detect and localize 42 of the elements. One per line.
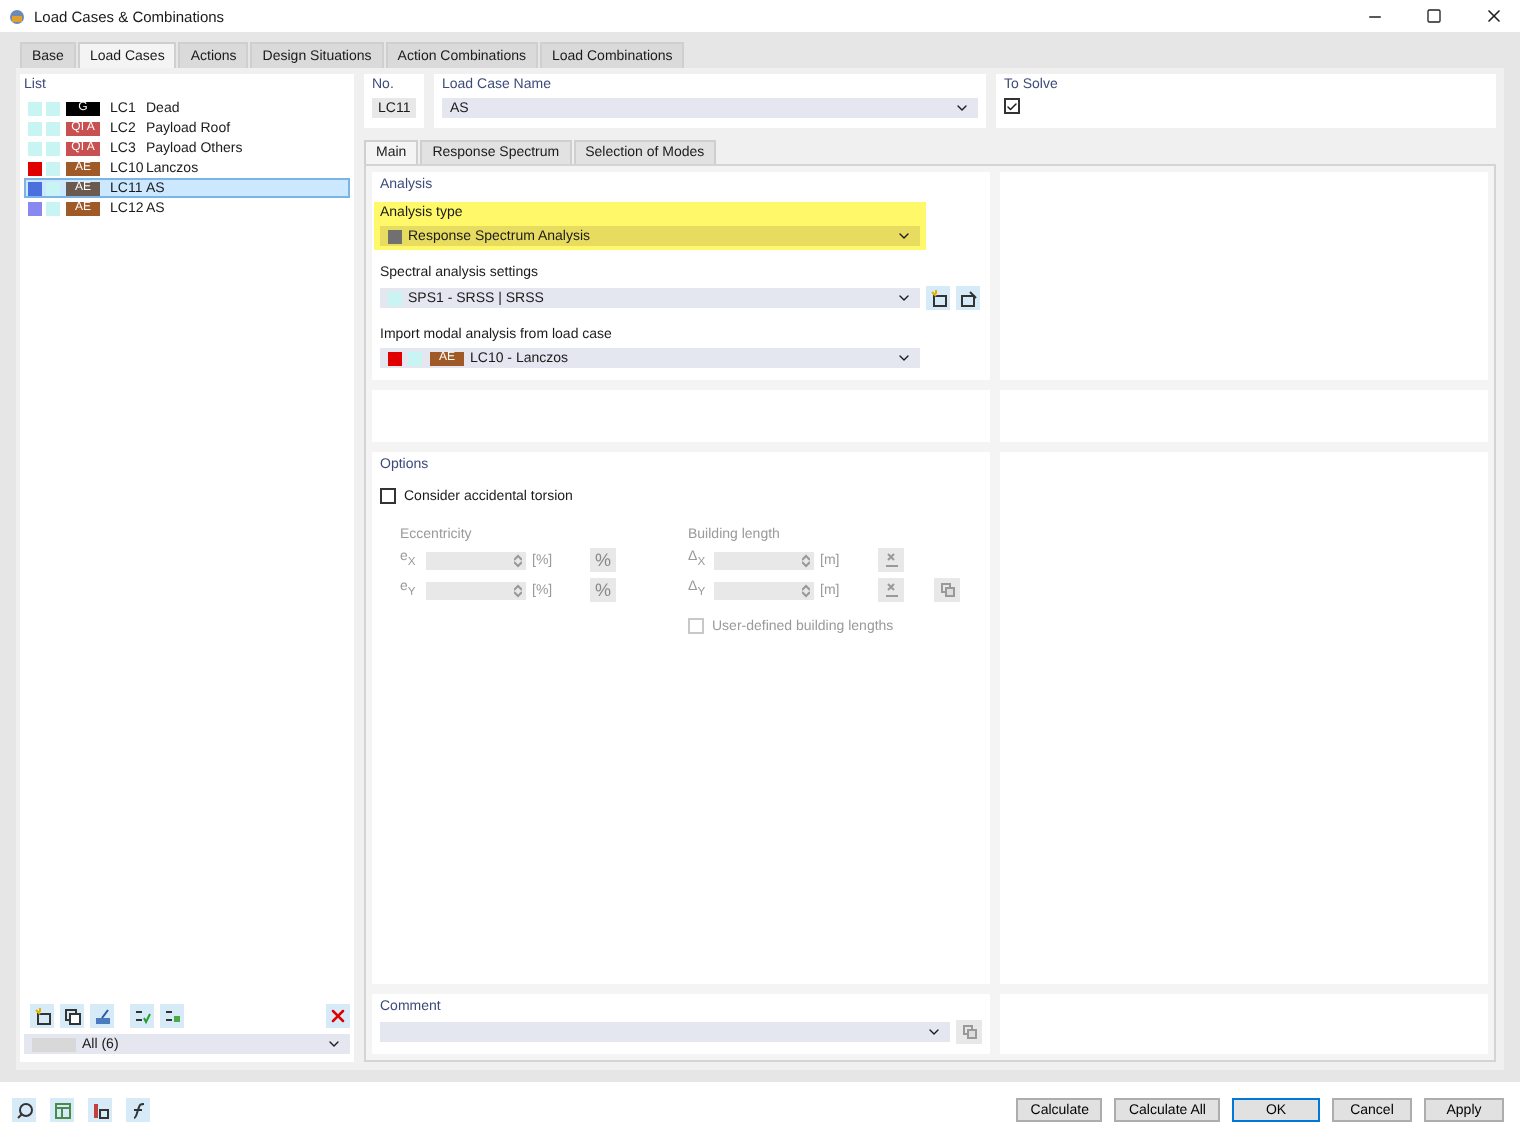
- edit-icon[interactable]: [956, 286, 980, 310]
- chevron-down-icon: [896, 290, 912, 306]
- chart-icon[interactable]: [88, 1098, 112, 1122]
- app-icon: [8, 7, 26, 25]
- spin-arrows-icon[interactable]: [802, 583, 810, 597]
- color-swatch: [46, 201, 60, 215]
- color-swatch: [408, 351, 422, 365]
- torsion-checkbox[interactable]: [380, 488, 396, 504]
- chevron-down-icon: [326, 1036, 342, 1052]
- calculate-icon[interactable]: [878, 548, 904, 572]
- table-icon[interactable]: [50, 1098, 74, 1122]
- check-list-icon[interactable]: [130, 1004, 154, 1028]
- color-swatch: [32, 1037, 76, 1051]
- chevron-down-icon: [896, 350, 912, 366]
- user-defined-checkbox[interactable]: [688, 618, 704, 634]
- spin-field[interactable]: [714, 551, 814, 569]
- to-solve-checkbox[interactable]: [1004, 98, 1020, 114]
- spin-field[interactable]: [426, 581, 526, 599]
- new-item-icon[interactable]: [30, 1004, 54, 1028]
- color-swatch: [46, 141, 60, 155]
- formula-icon[interactable]: [126, 1098, 150, 1122]
- search-icon[interactable]: [12, 1098, 36, 1122]
- spin-field[interactable]: [714, 581, 814, 599]
- color-swatch: [46, 181, 60, 195]
- color-swatch: [46, 121, 60, 135]
- chevron-down-icon: [954, 100, 970, 116]
- chevron-down-icon: [926, 1024, 942, 1040]
- color-swatch: [388, 291, 402, 305]
- spin-arrows-icon[interactable]: [514, 553, 522, 567]
- copy-icon[interactable]: [60, 1004, 84, 1028]
- color-swatch: [46, 161, 60, 175]
- spin-arrows-icon[interactable]: [514, 583, 522, 597]
- export-icon[interactable]: [90, 1004, 114, 1028]
- delete-icon[interactable]: [326, 1004, 350, 1028]
- toggle-list-icon[interactable]: [160, 1004, 184, 1028]
- spin-arrows-icon[interactable]: [802, 553, 810, 567]
- new-item-icon[interactable]: [926, 286, 950, 310]
- calculate-icon[interactable]: [878, 578, 904, 602]
- spin-field[interactable]: [426, 551, 526, 569]
- chevron-down-icon: [896, 228, 912, 244]
- color-swatch: [388, 229, 402, 243]
- color-swatch: [46, 101, 60, 115]
